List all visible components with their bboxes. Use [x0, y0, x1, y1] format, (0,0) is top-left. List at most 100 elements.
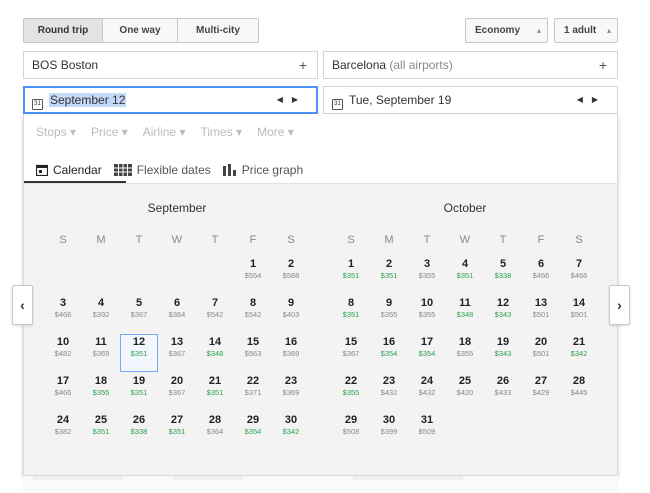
calendar-day[interactable]: 16 $354: [370, 334, 408, 372]
chevron-left-icon: ‹: [20, 297, 25, 313]
calendar-day[interactable]: 26 $338: [120, 412, 158, 450]
calendar-day[interactable]: 21 $342: [560, 334, 598, 372]
calendar-day[interactable]: 22 $355: [332, 373, 370, 411]
calendar-day[interactable]: 20 $501: [522, 334, 560, 372]
calendar-day[interactable]: 15 $367: [332, 334, 370, 372]
calendar-day[interactable]: 11 $369: [82, 334, 120, 372]
calendar-day[interactable]: 31 $509: [408, 412, 446, 450]
add-destination-icon[interactable]: +: [599, 52, 607, 78]
calendar-day[interactable]: 14 $501: [560, 295, 598, 333]
tab-calendar[interactable]: Calendar: [36, 160, 102, 180]
prev-month-button[interactable]: ‹: [12, 285, 33, 325]
calendar-day[interactable]: 22 $371: [234, 373, 272, 411]
calendar-day[interactable]: 2 $588: [272, 256, 310, 294]
calendar-day[interactable]: 25 $351: [82, 412, 120, 450]
calendar-day[interactable]: 20 $367: [158, 373, 196, 411]
calendar-day[interactable]: 25 $420: [446, 373, 484, 411]
calendar-day[interactable]: 27 $429: [522, 373, 560, 411]
calendar-day[interactable]: 10 $355: [408, 295, 446, 333]
return-date-nav[interactable]: ◀▶: [577, 87, 607, 113]
day-price: $509: [418, 427, 436, 436]
calendar-day[interactable]: 19 $351: [120, 373, 158, 411]
calendar-day[interactable]: 7 $466: [560, 256, 598, 294]
calendar-day[interactable]: 12 $351: [120, 334, 158, 372]
calendar-day[interactable]: 15 $563: [234, 334, 272, 372]
calendar-day[interactable]: 27 $351: [158, 412, 196, 450]
filter-more[interactable]: More ▾: [257, 125, 294, 139]
filter-stops[interactable]: Stops ▾: [36, 125, 76, 139]
calendar-day[interactable]: 17 $466: [44, 373, 82, 411]
calendar-day[interactable]: 2 $351: [370, 256, 408, 294]
calendar-day[interactable]: 7 $542: [196, 295, 234, 333]
depart-date-nav[interactable]: ◀▶: [277, 87, 307, 113]
calendar-day[interactable]: 6 $466: [522, 256, 560, 294]
origin-field[interactable]: BOS Boston +: [23, 51, 318, 79]
cabin-select[interactable]: Economy ▴▾: [465, 18, 548, 58]
calendar-day[interactable]: 29 $508: [332, 412, 370, 450]
calendar-day[interactable]: 3 $466: [44, 295, 82, 333]
destination-field[interactable]: Barcelona (all airports) +: [323, 51, 618, 79]
add-origin-icon[interactable]: +: [299, 52, 307, 78]
calendar-day[interactable]: 1 $554: [234, 256, 272, 294]
calendar-day[interactable]: 3 $355: [408, 256, 446, 294]
calendar-day[interactable]: 4 $392: [82, 295, 120, 333]
calendar-day[interactable]: 30 $342: [272, 412, 310, 450]
calendar-day[interactable]: 6 $364: [158, 295, 196, 333]
calendar-day[interactable]: 28 $364: [196, 412, 234, 450]
trip-type-multi-city[interactable]: Multi-city: [178, 19, 258, 42]
calendar-day[interactable]: 17 $354: [408, 334, 446, 372]
day-number: 14: [208, 336, 222, 348]
calendar-day[interactable]: 5 $338: [484, 256, 522, 294]
calendar-day[interactable]: 5 $367: [120, 295, 158, 333]
calendar-day[interactable]: 13 $501: [522, 295, 560, 333]
filter-price[interactable]: Price ▾: [91, 125, 128, 139]
calendar-day[interactable]: 8 $542: [234, 295, 272, 333]
next-arrow-icon[interactable]: ▶: [592, 95, 607, 104]
depart-date-field[interactable]: 31 September 12 ◀▶: [23, 86, 318, 114]
calendar-day[interactable]: 30 $399: [370, 412, 408, 450]
calendar-day[interactable]: 24 $432: [408, 373, 446, 411]
calendar-day[interactable]: 4 $351: [446, 256, 484, 294]
calendar-day[interactable]: 23 $369: [272, 373, 310, 411]
calendar-day[interactable]: 26 $433: [484, 373, 522, 411]
calendar-day[interactable]: 18 $355: [82, 373, 120, 411]
calendar-day[interactable]: 1 $351: [332, 256, 370, 294]
month-title: October: [443, 201, 487, 215]
calendar-day[interactable]: 12 $343: [484, 295, 522, 333]
calendar-day[interactable]: 9 $355: [370, 295, 408, 333]
calendar-day[interactable]: 23 $432: [370, 373, 408, 411]
passenger-select[interactable]: 1 adult ▴▾: [554, 18, 618, 58]
day-number: 18: [94, 375, 108, 387]
day-number: 19: [496, 336, 510, 348]
filter-airline[interactable]: Airline ▾: [143, 125, 186, 139]
calendar-day[interactable]: 28 $445: [560, 373, 598, 411]
tab-label: Flexible dates: [136, 163, 211, 177]
tab-flexible-dates[interactable]: Flexible dates: [113, 160, 211, 180]
calendar-day[interactable]: 16 $369: [272, 334, 310, 372]
prev-arrow-icon[interactable]: ◀: [277, 95, 292, 104]
day-number: 7: [211, 297, 219, 309]
trip-type-one-way[interactable]: One way: [103, 19, 178, 42]
next-arrow-icon[interactable]: ▶: [292, 95, 307, 104]
calendar-icon: 31: [32, 99, 43, 110]
calendar-day[interactable]: 9 $403: [272, 295, 310, 333]
calendar-day[interactable]: 10 $482: [44, 334, 82, 372]
next-month-button[interactable]: ›: [609, 285, 630, 325]
calendar-day[interactable]: 14 $348: [196, 334, 234, 372]
tab-price-graph[interactable]: Price graph: [222, 160, 303, 180]
day-price: $563: [244, 349, 262, 358]
calendar-day[interactable]: 24 $382: [44, 412, 82, 450]
calendar-day[interactable]: 8 $351: [332, 295, 370, 333]
calendar-day[interactable]: 13 $367: [158, 334, 196, 372]
prev-arrow-icon[interactable]: ◀: [577, 95, 592, 104]
filter-times[interactable]: Times ▾: [200, 125, 242, 139]
calendar-day[interactable]: 18 $355: [446, 334, 484, 372]
calendar-day[interactable]: 19 $343: [484, 334, 522, 372]
calendar-day[interactable]: 21 $351: [196, 373, 234, 411]
calendar-day[interactable]: 11 $348: [446, 295, 484, 333]
day-price: $355: [456, 349, 474, 358]
return-date-field[interactable]: 31 Tue, September 19 ◀▶: [323, 86, 618, 114]
trip-type-round-trip[interactable]: Round trip: [24, 19, 103, 42]
filter-label: Stops: [36, 125, 67, 139]
calendar-day[interactable]: 29 $354: [234, 412, 272, 450]
